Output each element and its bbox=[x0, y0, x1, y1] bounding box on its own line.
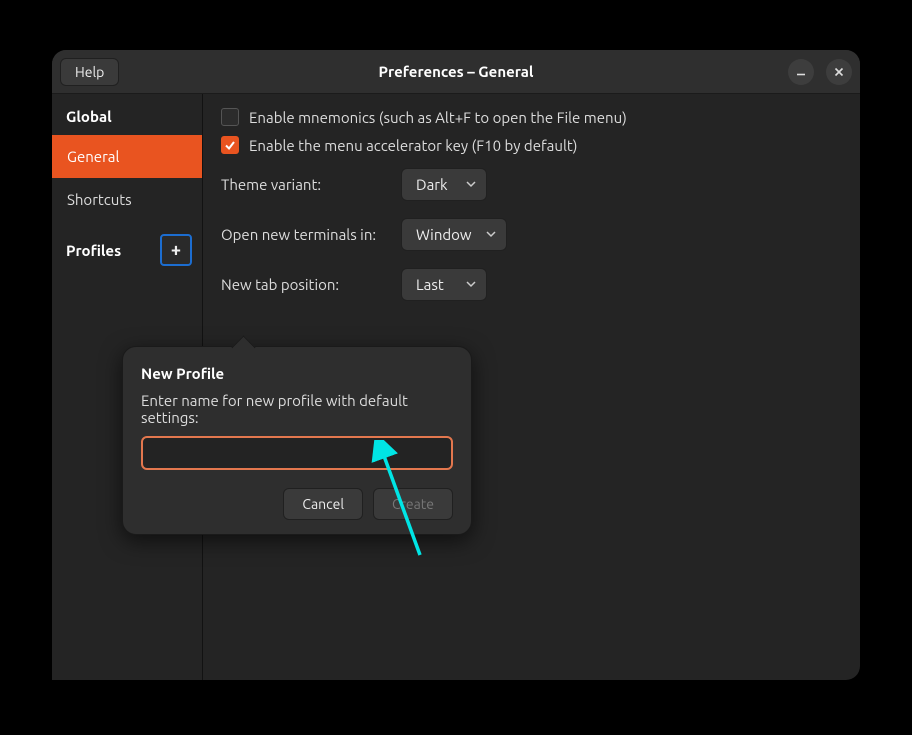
popover-title: New Profile bbox=[141, 365, 453, 382]
label-theme: Theme variant: bbox=[221, 176, 391, 193]
row-open-in: Open new terminals in: Window bbox=[221, 214, 842, 254]
help-button[interactable]: Help bbox=[60, 58, 119, 86]
sidebar-item-general[interactable]: General bbox=[52, 135, 202, 178]
chevron-down-icon bbox=[486, 229, 496, 239]
row-tab-pos: New tab position: Last bbox=[221, 264, 842, 304]
sidebar-header-profiles: Profiles + bbox=[52, 221, 202, 279]
label-accelerator: Enable the menu accelerator key (F10 by … bbox=[249, 137, 578, 154]
window-controls bbox=[788, 59, 852, 85]
row-mnemonics: Enable mnemonics (such as Alt+F to open … bbox=[221, 108, 842, 126]
check-icon bbox=[224, 139, 236, 151]
popover-actions: Cancel Create bbox=[141, 488, 453, 520]
select-open-in-value: Window bbox=[416, 226, 472, 243]
plus-icon: + bbox=[171, 241, 181, 259]
create-button[interactable]: Create bbox=[373, 488, 453, 520]
row-accelerator: Enable the menu accelerator key (F10 by … bbox=[221, 136, 842, 154]
checkbox-accelerator[interactable] bbox=[221, 136, 239, 154]
cancel-button[interactable]: Cancel bbox=[283, 488, 363, 520]
add-profile-button[interactable]: + bbox=[160, 234, 192, 266]
label-mnemonics: Enable mnemonics (such as Alt+F to open … bbox=[249, 109, 627, 126]
checkbox-mnemonics[interactable] bbox=[221, 108, 239, 126]
select-tab-pos[interactable]: Last bbox=[401, 268, 487, 301]
sidebar-header-global: Global bbox=[52, 94, 202, 135]
select-tab-pos-value: Last bbox=[416, 276, 444, 293]
titlebar: Help Preferences – General bbox=[52, 50, 860, 94]
select-open-in[interactable]: Window bbox=[401, 218, 507, 251]
new-profile-popover: New Profile Enter name for new profile w… bbox=[122, 346, 472, 535]
minimize-icon bbox=[795, 66, 807, 78]
row-theme: Theme variant: Dark bbox=[221, 164, 842, 204]
profile-name-input[interactable] bbox=[141, 436, 453, 470]
chevron-down-icon bbox=[466, 179, 476, 189]
profiles-label: Profiles bbox=[66, 242, 121, 259]
label-open-in: Open new terminals in: bbox=[221, 226, 391, 243]
minimize-button[interactable] bbox=[788, 59, 814, 85]
preferences-window: Help Preferences – General Global Genera… bbox=[52, 50, 860, 680]
close-icon bbox=[833, 66, 845, 78]
select-theme[interactable]: Dark bbox=[401, 168, 487, 201]
close-button[interactable] bbox=[826, 59, 852, 85]
chevron-down-icon bbox=[466, 279, 476, 289]
sidebar-item-shortcuts[interactable]: Shortcuts bbox=[52, 178, 202, 221]
select-theme-value: Dark bbox=[416, 176, 448, 193]
window-title: Preferences – General bbox=[52, 63, 860, 80]
popover-subtitle: Enter name for new profile with default … bbox=[141, 392, 453, 426]
label-tab-pos: New tab position: bbox=[221, 276, 391, 293]
